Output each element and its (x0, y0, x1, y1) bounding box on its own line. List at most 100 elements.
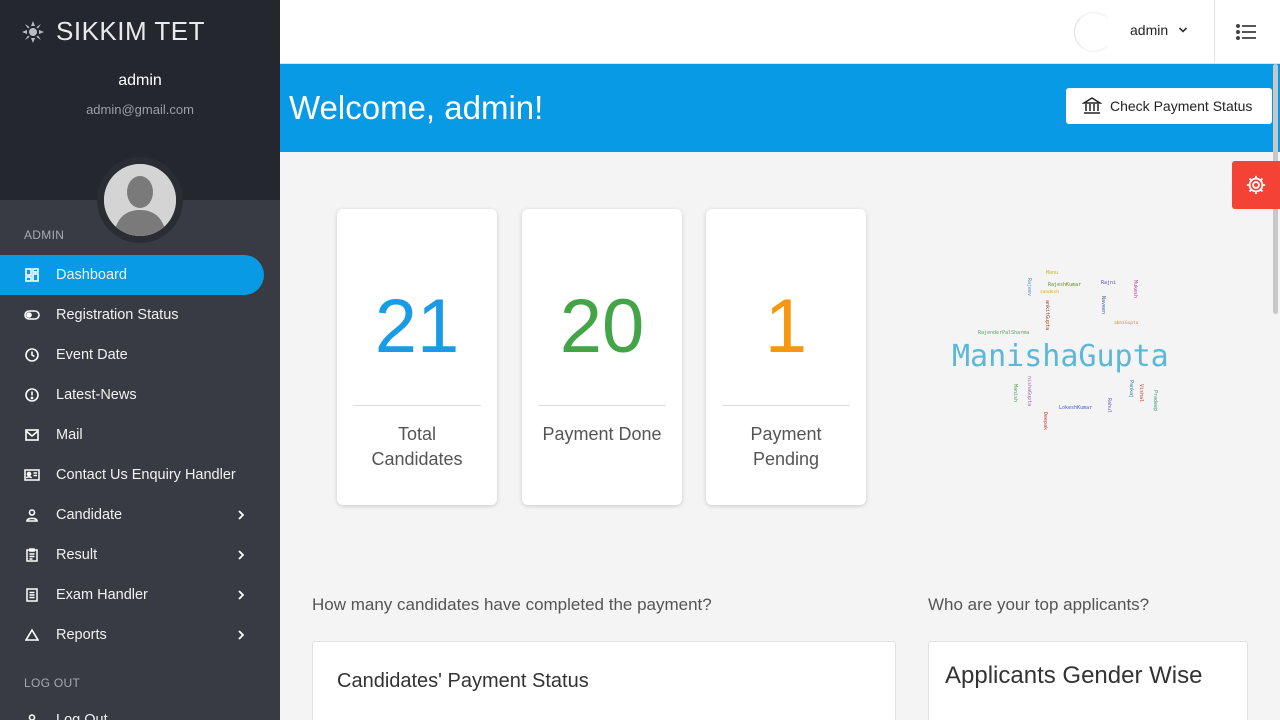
welcome-banner: Welcome, admin! Check Payment Status (280, 64, 1280, 152)
payment-status-panel: Candidates' Payment Status (312, 641, 896, 720)
sidebar-item-label: Contact Us Enquiry Handler (56, 467, 236, 483)
topbar-avatar[interactable] (1074, 12, 1114, 52)
sidebar-item-registration-status[interactable]: Registration Status (0, 295, 264, 335)
clipboard-icon (24, 547, 40, 563)
payment-question: How many candidates have completed the p… (312, 595, 712, 614)
section-label-admin: ADMIN (24, 228, 65, 242)
stat-divider (722, 405, 850, 406)
sidebar-item-label: Registration Status (56, 307, 179, 323)
sidebar-item-contact-us-enquiry-handler[interactable]: Contact Us Enquiry Handler (0, 455, 264, 495)
stat-label: Total Candidates (371, 424, 463, 469)
sidebar-item-label: Result (56, 547, 98, 563)
applicant-wordcloud: ManishaGupta Manu Rajeev Rajni RajeshKum… (952, 270, 1169, 430)
list-icon (24, 587, 40, 603)
triangle-icon (24, 627, 40, 643)
bank-icon (1082, 97, 1102, 114)
wordcloud-main-word: ManishaGupta (952, 339, 1169, 374)
sidebar-item-label: Latest-News (56, 387, 137, 403)
emblem-icon (20, 19, 46, 45)
stat-card-payment-done: 20 Payment Done (522, 209, 682, 505)
gender-wise-panel: Applicants Gender Wise (928, 641, 1248, 720)
person-icon (24, 712, 40, 720)
sidebar-item-exam-handler[interactable]: Exam Handler (0, 575, 264, 615)
sidebar-item-latest-news[interactable]: Latest-News (0, 375, 264, 415)
stat-value: 20 (559, 284, 645, 369)
stat-divider (353, 405, 481, 406)
dashboard-icon (24, 267, 40, 283)
brand[interactable]: SIKKIM TET (20, 16, 205, 47)
avatar-placeholder-icon (104, 164, 176, 236)
panel-title: Applicants Gender Wise (945, 662, 1203, 689)
mail-icon (24, 427, 40, 443)
stat-divider (538, 405, 666, 406)
stat-card-total-candidates: 21 Total Candidates (337, 209, 497, 505)
sidebar-item-label: Candidate (56, 507, 123, 523)
news-icon (24, 387, 40, 403)
chevron-right-icon (238, 590, 245, 600)
check-payment-status-button[interactable]: Check Payment Status (1066, 88, 1272, 124)
wordcloud-word: abhiGupta (1114, 320, 1139, 326)
topbar: admin (280, 0, 1280, 64)
sidebar-nav: Dashboard Registration Status Event Date… (0, 255, 280, 655)
chevron-right-icon (238, 550, 245, 560)
sidebar-avatar[interactable] (97, 157, 183, 243)
chevron-right-icon (238, 630, 245, 640)
wordcloud-word: ankitGupta (1044, 300, 1050, 330)
chevron-down-icon (1179, 27, 1188, 33)
welcome-title: Welcome, admin! (289, 89, 544, 126)
sidebar-item-label: Event Date (56, 347, 128, 363)
sidebar-item-label: Log Out (56, 712, 108, 720)
list-menu-icon[interactable] (1235, 22, 1259, 42)
sidebar-item-label: Dashboard (56, 267, 127, 283)
stat-value: 1 (764, 284, 808, 369)
sidebar-item-candidate[interactable]: Candidate (0, 495, 264, 535)
sidebar: SIKKIM TET admin admin@gmail.com ADMIN D… (0, 0, 280, 720)
settings-button[interactable] (1232, 161, 1280, 209)
brand-name: SIKKIM TET (56, 16, 205, 46)
wordcloud-word: RajenderPalSharma (978, 330, 1029, 336)
sidebar-user-email: admin@gmail.com (86, 102, 194, 117)
wordcloud-word: Rajni (1101, 280, 1116, 286)
contact-card-icon (24, 467, 40, 483)
sidebar-item-log-out[interactable]: Log Out (0, 700, 264, 720)
toggle-icon (24, 307, 40, 323)
user-menu-label: admin (1130, 22, 1169, 38)
wordcloud-word: sandesh (1040, 289, 1059, 295)
applicants-question: Who are your top applicants? (928, 595, 1150, 614)
sidebar-item-result[interactable]: Result (0, 535, 264, 575)
wordcloud-word: Vishal (1138, 384, 1144, 402)
sidebar-item-dashboard[interactable]: Dashboard (0, 255, 264, 295)
sidebar-item-label: Mail (56, 427, 83, 443)
wordcloud-word: Deepak (1042, 412, 1048, 430)
chevron-right-icon (238, 510, 245, 520)
user-menu[interactable]: admin (1130, 22, 1188, 38)
sidebar-item-label: Reports (56, 627, 107, 643)
wordcloud-word: Manu (1046, 270, 1058, 276)
wordcloud-word: Rahul (1106, 398, 1112, 413)
wordcloud-word: Manish (1012, 384, 1018, 402)
wordcloud-word: RajeshKumar (1048, 282, 1081, 288)
gear-icon (1246, 175, 1266, 195)
sidebar-item-label: Exam Handler (56, 587, 148, 603)
stat-value: 21 (374, 284, 460, 369)
clock-icon (24, 347, 40, 363)
sidebar-item-reports[interactable]: Reports (0, 615, 264, 655)
wordcloud-word: Mukesh (1132, 280, 1138, 298)
wordcloud-word: Pradeep (1152, 390, 1158, 411)
topbar-divider (1214, 0, 1215, 64)
section-label-logout: LOG OUT (24, 676, 81, 690)
sidebar-item-mail[interactable]: Mail (0, 415, 264, 455)
check-payment-status-label: Check Payment Status (1110, 98, 1253, 114)
wordcloud-word: Rajeev (1026, 278, 1032, 296)
stat-label: Payment Pending (750, 424, 822, 469)
sidebar-item-event-date[interactable]: Event Date (0, 335, 264, 375)
stat-label: Payment Done (542, 424, 662, 444)
wordcloud-word: Naveen (1100, 296, 1106, 314)
wordcloud-word: nishaGupta (1026, 376, 1032, 406)
wordcloud-word: LokeshKumar (1059, 405, 1092, 411)
stat-card-payment-pending: 1 Payment Pending (706, 209, 866, 505)
sidebar-user-name: admin (118, 72, 162, 89)
panel-title: Candidates' Payment Status (337, 670, 589, 692)
wordcloud-word: Pankaj (1128, 380, 1134, 398)
person-icon (24, 507, 40, 523)
